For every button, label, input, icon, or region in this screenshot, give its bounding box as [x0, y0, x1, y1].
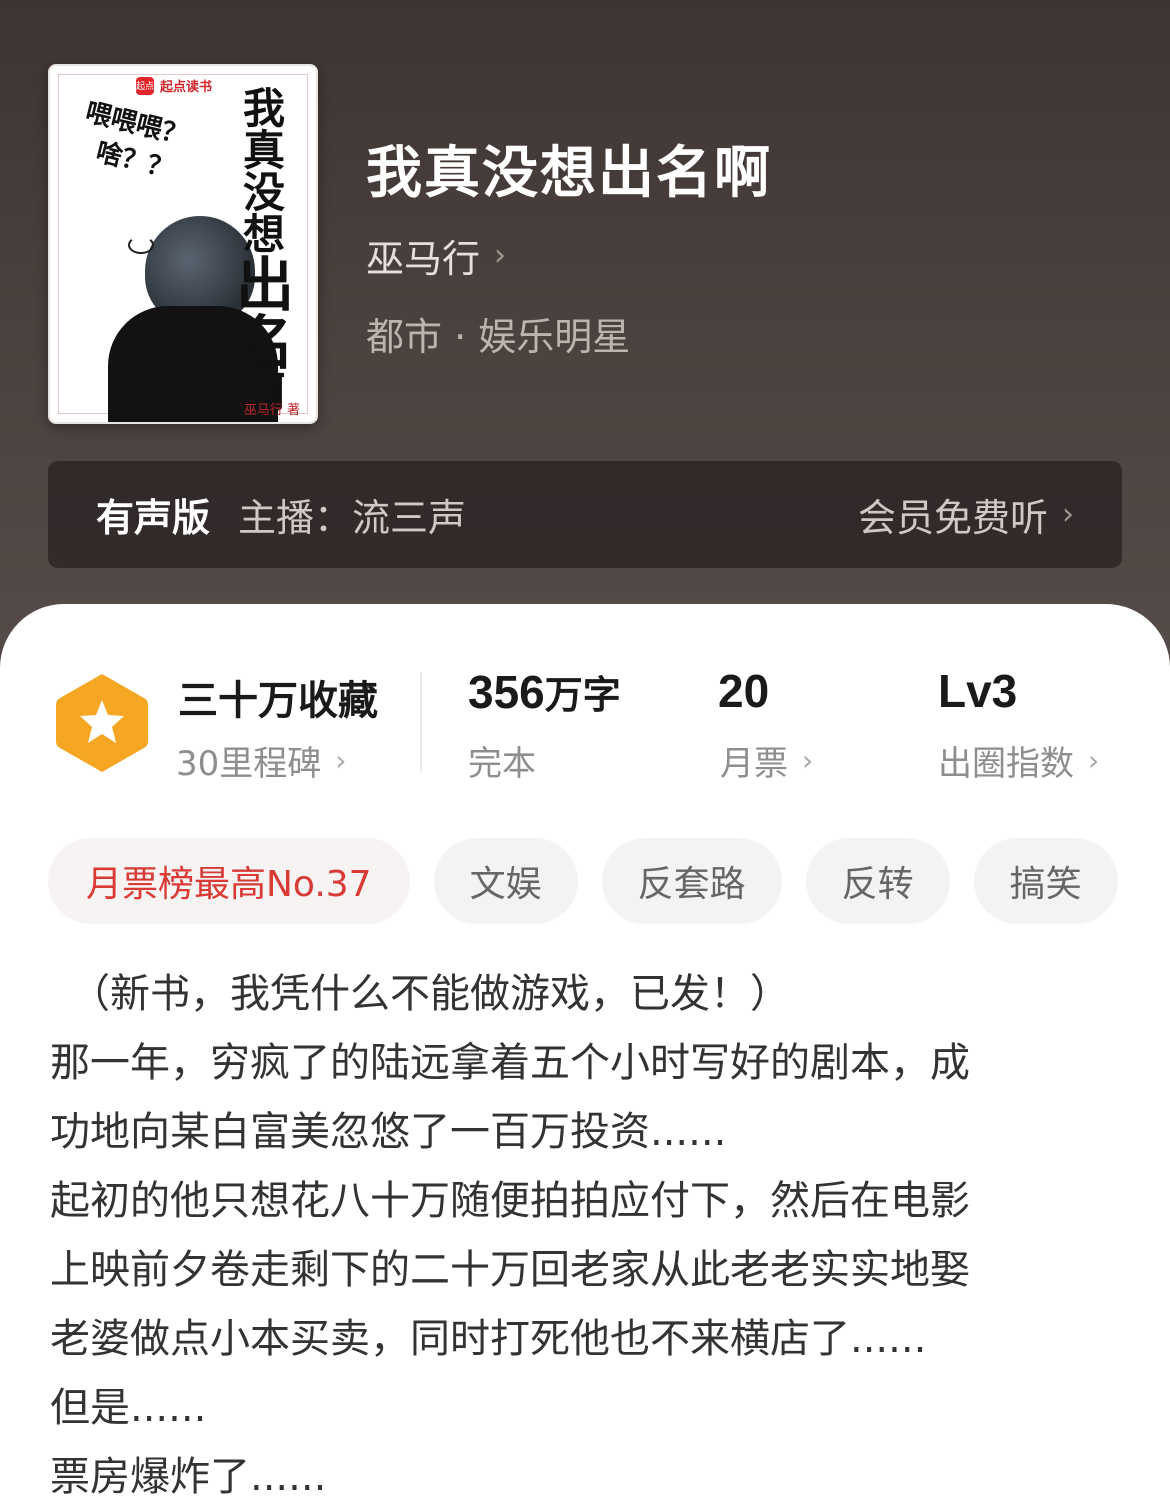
popularity-index-link[interactable]: 出圈指数 ›: [938, 736, 1099, 785]
member-listen-button[interactable]: 会员免费听 ›: [858, 487, 1074, 542]
milestone-label: 30里程碑: [176, 744, 322, 784]
tag-item[interactable]: 文娱: [433, 838, 578, 924]
description-line: 功地向某白富美忽悠了一百万投资......: [50, 1109, 727, 1155]
description-line: （新书，我凭什么不能做游戏，已发！）: [70, 971, 790, 1017]
monthly-ticket-link[interactable]: 月票 ›: [720, 736, 813, 785]
stats-row: 三十万收藏 30里程碑 › 356万字 完本 20 月票 › Lv3 出圈指数 …: [0, 664, 1170, 784]
author-name: 巫马行: [366, 237, 481, 281]
description-line: 但是......: [50, 1385, 207, 1431]
chevron-right-icon: ›: [1062, 497, 1074, 532]
brand-logo-icon: 起点: [136, 76, 154, 95]
member-listen-label: 会员免费听: [857, 496, 1048, 540]
completion-label: 完本: [468, 744, 536, 784]
chevron-right-icon: ›: [802, 744, 814, 777]
chevron-right-icon: ›: [335, 744, 347, 777]
chevron-right-icon: ›: [494, 238, 507, 273]
star-hexagon-icon: [56, 674, 148, 772]
word-count: 356万字: [468, 664, 621, 719]
book-genre: 都市 · 娱乐明星: [366, 315, 631, 359]
audio-host: 主播：流三声: [238, 496, 467, 540]
cover-sweat-mark: [128, 236, 154, 254]
cover-author: 巫马行 著: [243, 403, 300, 418]
tag-item[interactable]: 搞笑: [973, 838, 1118, 924]
monthly-ticket-number: 20: [718, 665, 770, 717]
word-count-unit: 万字: [544, 673, 621, 717]
chevron-right-icon: ›: [1088, 744, 1100, 777]
description-line: 老婆做点小本买卖，同时打死他也不来横店了......: [50, 1316, 927, 1362]
book-title: 我真没想出名啊: [366, 141, 772, 206]
collect-count: 三十万收藏: [178, 678, 378, 724]
audio-version-bar[interactable]: 有声版 主播：流三声 会员免费听 ›: [48, 461, 1122, 568]
milestone-link[interactable]: 30里程碑 ›: [176, 736, 346, 785]
cover-title: 我真没想 出名 啊: [236, 84, 295, 414]
cover-title-part: 出名: [236, 251, 295, 377]
popularity-index-label: 出圈指数: [938, 744, 1074, 784]
cover-brand: 起点 起点读书: [136, 76, 212, 95]
completion-status: 完本: [468, 736, 536, 785]
monthly-ticket-label: 月票: [720, 744, 788, 784]
tag-item[interactable]: 反套路: [601, 838, 782, 924]
popularity-level: Lv3: [938, 664, 1017, 718]
book-cover[interactable]: 起点 起点读书 喂喂喂？ 啥？？ 我真没想 出名 啊 巫马行 著: [48, 64, 318, 424]
tag-list: 月票榜最高No.37 文娱 反套路 反转 搞笑: [48, 838, 1118, 924]
description-line: 票房爆炸了......: [50, 1454, 327, 1500]
audio-label: 有声版: [96, 496, 211, 540]
word-count-number: 356: [468, 666, 545, 718]
description-line: 那一年，穷疯了的陆远拿着五个小时写好的剧本，成: [50, 1040, 970, 1086]
description-line: 上映前夕卷走剩下的二十万回老家从此老老实实地娶: [50, 1247, 970, 1293]
stats-divider: [420, 672, 422, 772]
book-detail-sheet: 三十万收藏 30里程碑 › 356万字 完本 20 月票 › Lv3 出圈指数 …: [0, 604, 1170, 1510]
cover-brand-text: 起点读书: [160, 80, 213, 95]
book-header: 起点 起点读书 喂喂喂？ 啥？？ 我真没想 出名 啊 巫马行 著 我真没想出名啊…: [0, 0, 1170, 680]
tag-ranking[interactable]: 月票榜最高No.37: [48, 838, 410, 924]
cover-title-part: 我真没想: [242, 84, 285, 259]
monthly-ticket-count: 20: [718, 664, 769, 718]
author-link[interactable]: 巫马行 ›: [366, 228, 506, 283]
tag-item[interactable]: 反转: [805, 838, 950, 924]
popularity-level-value: Lv3: [938, 665, 1018, 717]
book-description[interactable]: （新书，我凭什么不能做游戏，已发！） 那一年，穷疯了的陆远拿着五个小时写好的剧本…: [50, 960, 1130, 1510]
description-line: 起初的他只想花八十万随便拍拍应付下，然后在电影: [50, 1178, 970, 1224]
